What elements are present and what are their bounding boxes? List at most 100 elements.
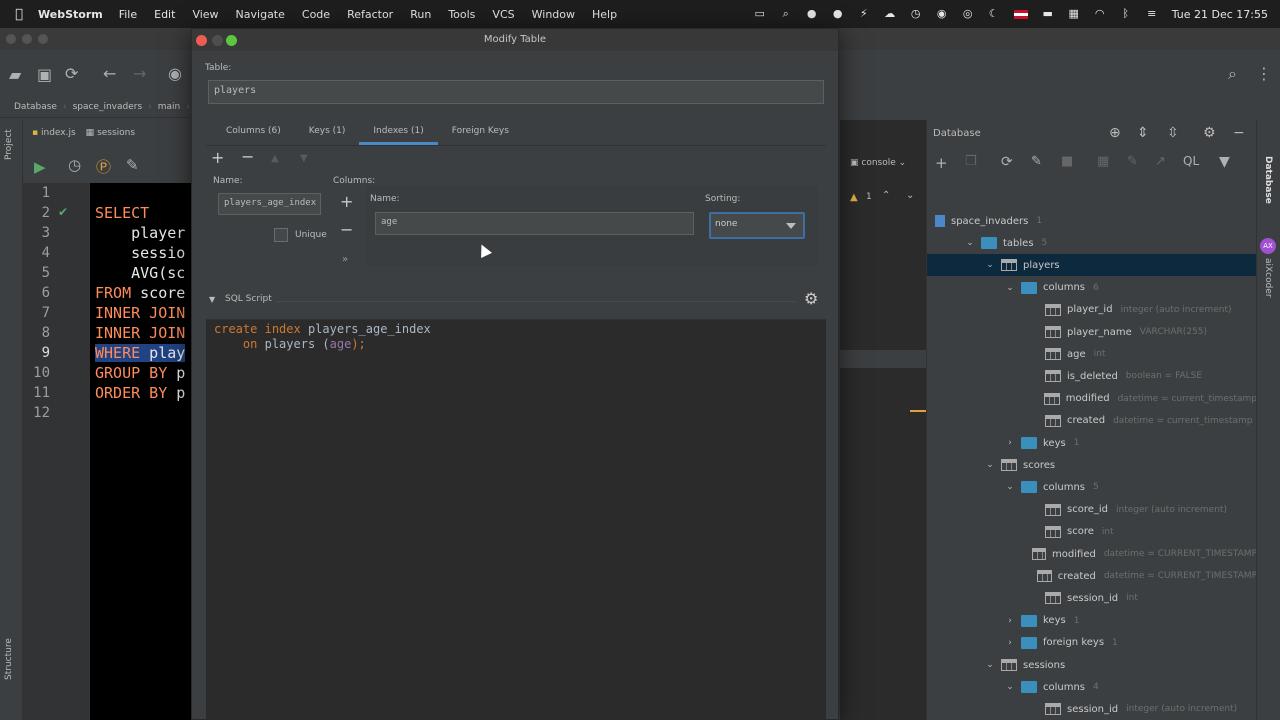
chevron-down-icon[interactable]: ⌄: [963, 238, 977, 248]
chevron-down-icon[interactable]: ⌄: [983, 660, 997, 670]
move-down-button[interactable]: ▼: [300, 153, 308, 164]
breadcrumb-item-1[interactable]: space_invaders: [73, 102, 143, 112]
next-problem-icon[interactable]: ⌄: [906, 190, 914, 201]
tree-item-score_id[interactable]: score_id integer (auto increment): [927, 499, 1257, 521]
menu-item-navigate[interactable]: Navigate: [236, 8, 285, 21]
bolt-icon[interactable]: ⚡: [858, 8, 870, 20]
chevron-down-icon[interactable]: ⌄: [983, 460, 997, 470]
clock-icon[interactable]: ◷: [910, 8, 922, 20]
user-icon[interactable]: ◉: [168, 64, 182, 83]
query-console-icon[interactable]: QL: [1183, 154, 1199, 168]
remove-index-button[interactable]: −: [241, 147, 254, 166]
dialog-minimize-button[interactable]: [212, 35, 223, 46]
expand-all-icon[interactable]: ⇕: [1137, 125, 1149, 141]
battery-icon[interactable]: ▬: [1042, 8, 1054, 20]
jump-icon[interactable]: ↗: [1155, 154, 1166, 169]
window-minimize-button[interactable]: [22, 34, 32, 44]
tree-item-players[interactable]: ⌄ players: [927, 254, 1257, 277]
dialog-zoom-button[interactable]: [226, 35, 237, 46]
tree-item-score[interactable]: score int: [927, 521, 1257, 543]
tree-item-columns[interactable]: ⌄ columns 5: [927, 476, 1257, 498]
edit-icon[interactable]: ✎: [1127, 154, 1138, 169]
dot-icon[interactable]: ●: [832, 8, 844, 20]
window-close-button[interactable]: [6, 34, 16, 44]
chevron-right-icon[interactable]: ›: [1003, 616, 1017, 626]
tree-item-modified[interactable]: modified datetime = current_timestamp: [927, 388, 1257, 410]
tree-item-keys[interactable]: › keys 1: [927, 610, 1257, 632]
menu-item-run[interactable]: Run: [410, 8, 431, 21]
properties-icon[interactable]: ✎: [1031, 154, 1042, 169]
menubar-datetime[interactable]: Tue 21 Dec 17:55: [1172, 8, 1268, 21]
move-up-button[interactable]: ▲: [271, 153, 279, 164]
menu-item-view[interactable]: View: [192, 8, 218, 21]
tree-item-modified[interactable]: modified datetime = CURRENT_TIMESTAMP: [927, 543, 1257, 565]
tab-foreign-keys[interactable]: Foreign Keys: [438, 117, 523, 145]
back-icon[interactable]: ←: [103, 64, 116, 83]
collapse-all-icon[interactable]: ⇳: [1167, 125, 1179, 141]
play-circle-icon[interactable]: ◎: [962, 8, 974, 20]
tab-sessions[interactable]: ▦ sessions: [86, 128, 135, 138]
tree-item-session_id[interactable]: session_id integer (auto increment): [927, 698, 1257, 720]
sync-icon[interactable]: ⟳: [65, 64, 78, 83]
menu-item-file[interactable]: File: [119, 8, 137, 21]
record-icon[interactable]: ●: [806, 8, 818, 20]
chevron-down-icon[interactable]: ⌄: [983, 260, 997, 270]
flag-icon[interactable]: [1013, 9, 1028, 19]
dialog-close-button[interactable]: [196, 35, 207, 46]
wifi-icon[interactable]: ◠: [1094, 8, 1106, 20]
tree-item-is_deleted[interactable]: is_deleted boolean = FALSE: [927, 365, 1257, 387]
tool-window-structure[interactable]: Structure: [4, 638, 14, 680]
menu-item-edit[interactable]: Edit: [154, 8, 175, 21]
search-everywhere-icon[interactable]: ⌕: [1228, 64, 1237, 84]
column-name-input[interactable]: age: [375, 212, 694, 235]
target-icon[interactable]: ⊕: [1109, 125, 1121, 141]
sql-script-header[interactable]: ▼ SQL Script ⚙: [206, 289, 826, 311]
aixcoder-icon[interactable]: AX: [1260, 238, 1276, 254]
menu-item-window[interactable]: Window: [532, 8, 575, 21]
open-folder-icon[interactable]: ▰: [9, 65, 21, 84]
menu-item-vcs[interactable]: VCS: [492, 8, 514, 21]
previous-problem-icon[interactable]: ⌃: [882, 190, 890, 201]
add-column-button[interactable]: +: [340, 192, 353, 211]
wrench-icon[interactable]: ✎: [126, 156, 139, 174]
chevron-right-icon[interactable]: ›: [1003, 638, 1017, 648]
profile-icon[interactable]: Ⓟ: [96, 156, 111, 177]
cloud-icon[interactable]: ☁: [884, 8, 896, 20]
tree-item-space_invaders[interactable]: space_invaders 1: [927, 210, 1257, 232]
sql-settings-gear-icon[interactable]: ⚙: [804, 289, 818, 308]
filter-icon[interactable]: ▼: [1219, 154, 1230, 170]
stop-icon[interactable]: ■: [1061, 154, 1073, 169]
grid-icon[interactable]: ▦: [1097, 154, 1109, 169]
chevron-right-icon[interactable]: ›: [1003, 438, 1017, 448]
menu-item-tools[interactable]: Tools: [448, 8, 475, 21]
tree-item-columns[interactable]: ⌄ columns 4: [927, 676, 1257, 698]
unique-checkbox[interactable]: [274, 228, 288, 242]
history-icon[interactable]: ◷: [68, 156, 81, 174]
circle-icon[interactable]: ◉: [936, 8, 948, 20]
chevron-down-icon[interactable]: ⌄: [1003, 283, 1017, 293]
tab-index-js[interactable]: ▪ index.js: [32, 128, 76, 138]
screen-icon[interactable]: ▭: [754, 8, 766, 20]
ide-menu-icon[interactable]: ⋮: [1256, 64, 1272, 83]
moon-icon[interactable]: ☾: [988, 8, 1000, 20]
index-name-input[interactable]: players_age_index: [218, 193, 321, 215]
window-zoom-button[interactable]: [38, 34, 48, 44]
more-button[interactable]: »: [342, 254, 348, 265]
code-editor[interactable]: SELECT player sessio AVG(sc FROM score INN…: [90, 183, 192, 720]
save-icon[interactable]: ▣: [37, 65, 52, 84]
tree-item-player_name[interactable]: player_name VARCHAR(255): [927, 321, 1257, 343]
hide-panel-icon[interactable]: −: [1233, 125, 1245, 141]
keyboard-icon[interactable]: ▦: [1068, 8, 1080, 20]
tree-item-columns[interactable]: ⌄ columns 6: [927, 277, 1257, 299]
bluetooth-icon[interactable]: ᛒ: [1120, 8, 1132, 20]
breadcrumb-item-2[interactable]: main: [158, 102, 181, 112]
apple-icon[interactable]: : [0, 7, 38, 22]
spotlight-icon[interactable]: ⌕: [780, 8, 792, 20]
tree-item-scores[interactable]: ⌄ scores: [927, 454, 1257, 476]
menu-item-refactor[interactable]: Refactor: [347, 8, 393, 21]
tree-item-player_id[interactable]: player_id integer (auto increment): [927, 299, 1257, 321]
forward-icon[interactable]: →: [133, 64, 146, 83]
tree-item-age[interactable]: age int: [927, 343, 1257, 365]
settings-gear-icon[interactable]: ⚙: [1203, 125, 1216, 141]
duplicate-icon[interactable]: ❐: [965, 154, 977, 169]
